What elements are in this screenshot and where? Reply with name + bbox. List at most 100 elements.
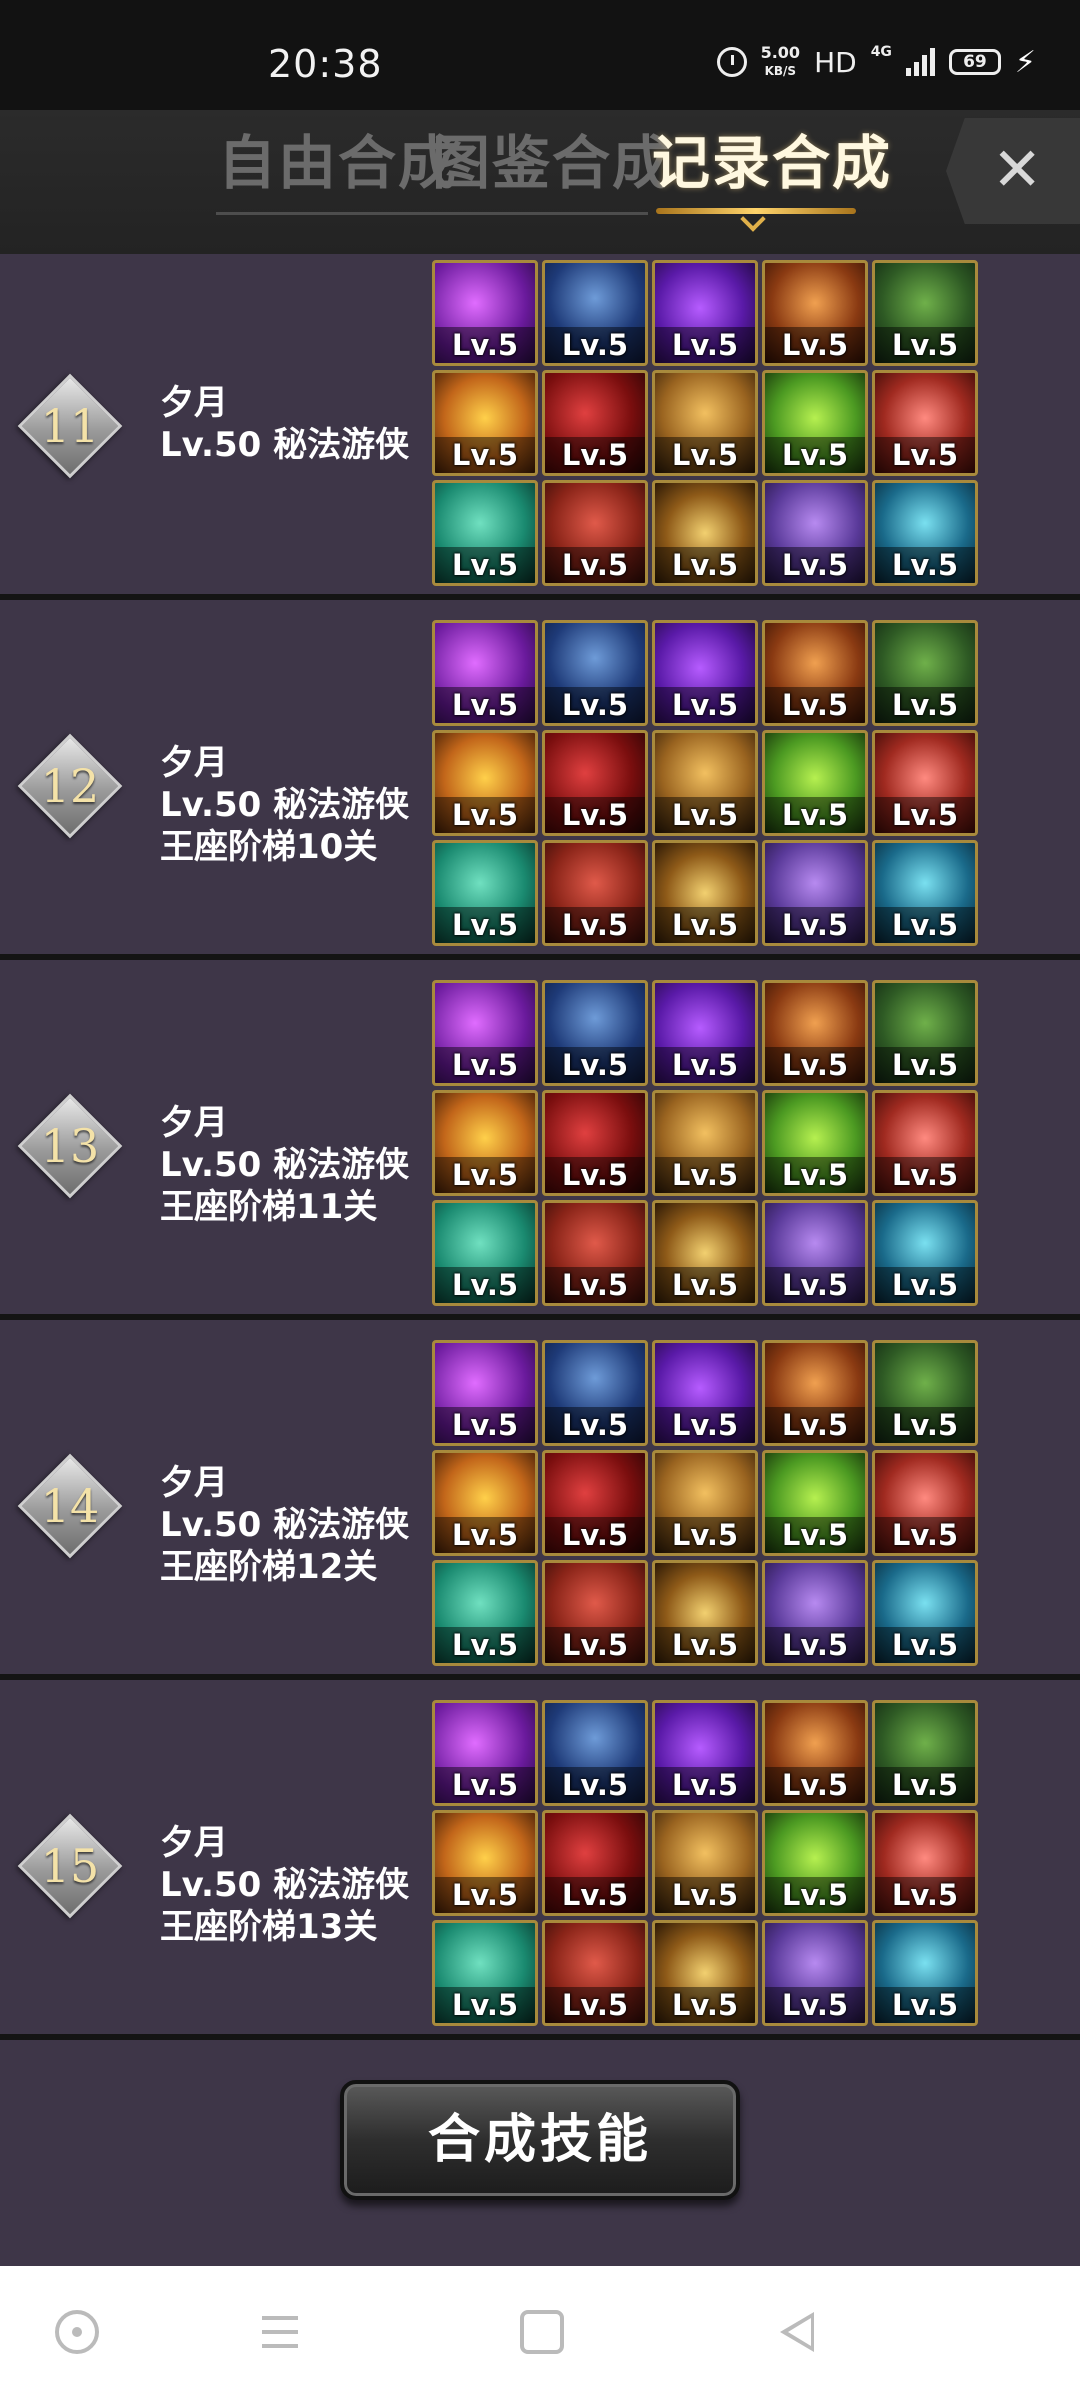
- red-orb-skill-icon[interactable]: Lv.5: [542, 1810, 648, 1916]
- cyan-wings-skill-icon[interactable]: Lv.5: [872, 1560, 978, 1666]
- record-row[interactable]: 15 夕月 Lv.50 秘法游侠 王座阶梯13关 Lv.5 Lv.5 Lv.5 Lv.5 Lv.…: [0, 1694, 1080, 2040]
- cyan-wings-skill-icon[interactable]: Lv.5: [872, 480, 978, 586]
- blue-shadow-skill-icon[interactable]: Lv.5: [542, 980, 648, 1086]
- eye-pyramid-skill-icon[interactable]: Lv.5: [762, 1700, 868, 1806]
- blue-shadow-skill-icon[interactable]: Lv.5: [542, 260, 648, 366]
- close-button[interactable]: ✕: [946, 118, 1080, 224]
- golden-fire-skill-icon[interactable]: Lv.5: [432, 1810, 538, 1916]
- cyan-wings-skill-icon[interactable]: Lv.5: [872, 840, 978, 946]
- purple-spirit-skill-icon[interactable]: Lv.5: [762, 1560, 868, 1666]
- assistant-circle-icon[interactable]: [55, 2310, 99, 2354]
- record-info: 夕月 Lv.50 秘法游侠 王座阶梯10关: [160, 742, 409, 868]
- green-vine-skill-icon[interactable]: Lv.5: [872, 620, 978, 726]
- purple-slash-skill-icon[interactable]: Lv.5: [432, 1700, 538, 1806]
- steel-blade-skill-icon[interactable]: Lv.5: [652, 730, 758, 836]
- red-shield-cross-skill-icon[interactable]: Lv.5: [872, 1090, 978, 1196]
- cyan-wings-skill-icon[interactable]: Lv.5: [872, 1200, 978, 1306]
- skill-level-label: Lv.5: [875, 1267, 975, 1303]
- skill-level-label: Lv.5: [655, 797, 755, 833]
- skill-level-label: Lv.5: [875, 327, 975, 363]
- violet-flame-skill-icon[interactable]: Lv.5: [652, 1700, 758, 1806]
- teal-leaf-skill-icon[interactable]: Lv.5: [432, 1560, 538, 1666]
- green-swirl-skill-icon[interactable]: Lv.5: [762, 1090, 868, 1196]
- golden-compass-skill-icon[interactable]: Lv.5: [652, 480, 758, 586]
- eye-pyramid-skill-icon[interactable]: Lv.5: [762, 260, 868, 366]
- red-orb-skill-icon[interactable]: Lv.5: [542, 370, 648, 476]
- home-square-icon[interactable]: [520, 2310, 564, 2354]
- red-shield-cross-skill-icon[interactable]: Lv.5: [872, 370, 978, 476]
- record-row[interactable]: 14 夕月 Lv.50 秘法游侠 王座阶梯12关 Lv.5 Lv.5 Lv.5 Lv.5 Lv.…: [0, 1334, 1080, 1680]
- cyan-wings-skill-icon[interactable]: Lv.5: [872, 1920, 978, 2026]
- purple-slash-skill-icon[interactable]: Lv.5: [432, 1340, 538, 1446]
- record-row[interactable]: 11 夕月 Lv.50 秘法游侠 Lv.5 Lv.5 Lv.5 Lv.5 Lv.5 Lv.5 Lv…: [0, 254, 1080, 600]
- violet-flame-skill-icon[interactable]: Lv.5: [652, 620, 758, 726]
- green-swirl-skill-icon[interactable]: Lv.5: [762, 730, 868, 836]
- red-fist-skill-icon[interactable]: Lv.5: [542, 1920, 648, 2026]
- steel-blade-skill-icon[interactable]: Lv.5: [652, 1450, 758, 1556]
- teal-leaf-skill-icon[interactable]: Lv.5: [432, 480, 538, 586]
- golden-fire-skill-icon[interactable]: Lv.5: [432, 370, 538, 476]
- record-name: 夕月: [160, 1103, 228, 1143]
- purple-slash-skill-icon[interactable]: Lv.5: [432, 980, 538, 1086]
- compose-skill-button[interactable]: 合成技能: [340, 2080, 740, 2200]
- red-fist-skill-icon[interactable]: Lv.5: [542, 1200, 648, 1306]
- blue-shadow-skill-icon[interactable]: Lv.5: [542, 1700, 648, 1806]
- skill-level-label: Lv.5: [545, 1407, 645, 1443]
- tab-record-compose[interactable]: 记录合成: [652, 116, 892, 200]
- red-fist-skill-icon[interactable]: Lv.5: [542, 1560, 648, 1666]
- green-vine-skill-icon[interactable]: Lv.5: [872, 1700, 978, 1806]
- golden-compass-skill-icon[interactable]: Lv.5: [652, 1200, 758, 1306]
- green-vine-skill-icon[interactable]: Lv.5: [872, 1340, 978, 1446]
- red-orb-skill-icon[interactable]: Lv.5: [542, 1090, 648, 1196]
- green-vine-skill-icon[interactable]: Lv.5: [872, 980, 978, 1086]
- skill-level-label: Lv.5: [435, 1267, 535, 1303]
- teal-leaf-skill-icon[interactable]: Lv.5: [432, 1920, 538, 2026]
- eye-pyramid-skill-icon[interactable]: Lv.5: [762, 620, 868, 726]
- red-fist-skill-icon[interactable]: Lv.5: [542, 840, 648, 946]
- tab-free-compose[interactable]: 自由合成: [218, 116, 458, 200]
- green-swirl-skill-icon[interactable]: Lv.5: [762, 370, 868, 476]
- golden-compass-skill-icon[interactable]: Lv.5: [652, 840, 758, 946]
- violet-flame-skill-icon[interactable]: Lv.5: [652, 1340, 758, 1446]
- purple-spirit-skill-icon[interactable]: Lv.5: [762, 840, 868, 946]
- purple-spirit-skill-icon[interactable]: Lv.5: [762, 1200, 868, 1306]
- golden-fire-skill-icon[interactable]: Lv.5: [432, 1090, 538, 1196]
- red-orb-skill-icon[interactable]: Lv.5: [542, 1450, 648, 1556]
- back-triangle-icon[interactable]: [776, 2310, 820, 2354]
- skill-level-label: Lv.5: [435, 1407, 535, 1443]
- purple-spirit-skill-icon[interactable]: Lv.5: [762, 1920, 868, 2026]
- red-fist-skill-icon[interactable]: Lv.5: [542, 480, 648, 586]
- tab-codex-compose[interactable]: 图鉴合成: [432, 116, 672, 200]
- record-row[interactable]: 13 夕月 Lv.50 秘法游侠 王座阶梯11关 Lv.5 Lv.5 Lv.5 Lv.5 Lv.…: [0, 974, 1080, 1320]
- violet-flame-skill-icon[interactable]: Lv.5: [652, 980, 758, 1086]
- green-swirl-skill-icon[interactable]: Lv.5: [762, 1810, 868, 1916]
- record-row[interactable]: 12 夕月 Lv.50 秘法游侠 王座阶梯10关 Lv.5 Lv.5 Lv.5 Lv.5 Lv.…: [0, 614, 1080, 960]
- steel-blade-skill-icon[interactable]: Lv.5: [652, 1810, 758, 1916]
- eye-pyramid-skill-icon[interactable]: Lv.5: [762, 980, 868, 1086]
- skill-level-label: Lv.5: [435, 1517, 535, 1553]
- golden-fire-skill-icon[interactable]: Lv.5: [432, 730, 538, 836]
- skill-level-label: Lv.5: [875, 1517, 975, 1553]
- red-orb-skill-icon[interactable]: Lv.5: [542, 730, 648, 836]
- violet-flame-skill-icon[interactable]: Lv.5: [652, 260, 758, 366]
- menu-icon[interactable]: [260, 2310, 304, 2354]
- green-swirl-skill-icon[interactable]: Lv.5: [762, 1450, 868, 1556]
- steel-blade-skill-icon[interactable]: Lv.5: [652, 370, 758, 476]
- steel-blade-skill-icon[interactable]: Lv.5: [652, 1090, 758, 1196]
- blue-shadow-skill-icon[interactable]: Lv.5: [542, 1340, 648, 1446]
- skill-level-label: Lv.5: [765, 1517, 865, 1553]
- blue-shadow-skill-icon[interactable]: Lv.5: [542, 620, 648, 726]
- red-shield-cross-skill-icon[interactable]: Lv.5: [872, 1450, 978, 1556]
- red-shield-cross-skill-icon[interactable]: Lv.5: [872, 1810, 978, 1916]
- purple-slash-skill-icon[interactable]: Lv.5: [432, 620, 538, 726]
- purple-spirit-skill-icon[interactable]: Lv.5: [762, 480, 868, 586]
- purple-slash-skill-icon[interactable]: Lv.5: [432, 260, 538, 366]
- green-vine-skill-icon[interactable]: Lv.5: [872, 260, 978, 366]
- red-shield-cross-skill-icon[interactable]: Lv.5: [872, 730, 978, 836]
- golden-compass-skill-icon[interactable]: Lv.5: [652, 1560, 758, 1666]
- eye-pyramid-skill-icon[interactable]: Lv.5: [762, 1340, 868, 1446]
- teal-leaf-skill-icon[interactable]: Lv.5: [432, 840, 538, 946]
- teal-leaf-skill-icon[interactable]: Lv.5: [432, 1200, 538, 1306]
- golden-compass-skill-icon[interactable]: Lv.5: [652, 1920, 758, 2026]
- golden-fire-skill-icon[interactable]: Lv.5: [432, 1450, 538, 1556]
